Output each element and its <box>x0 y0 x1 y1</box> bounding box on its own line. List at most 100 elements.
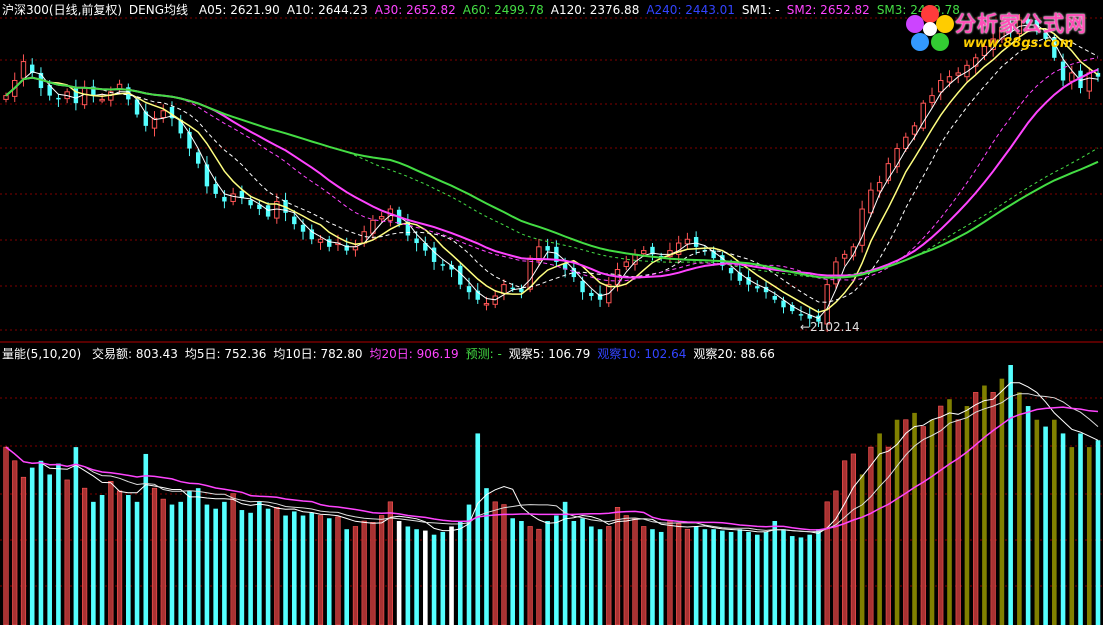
volume-bar[interactable] <box>213 508 218 625</box>
volume-bar[interactable] <box>571 521 577 625</box>
candle[interactable] <box>151 111 158 137</box>
volume-bar[interactable] <box>257 501 262 625</box>
volume-bar[interactable] <box>859 474 865 625</box>
volume-bar[interactable] <box>1086 447 1092 625</box>
stock-chart-window[interactable]: 沪深300(日线,前复权) DENG均线 A05: 2621.90 A10: 26… <box>0 0 1103 625</box>
volume-bar[interactable] <box>169 504 175 625</box>
volume-bar[interactable] <box>903 419 909 625</box>
volume-bar[interactable] <box>798 537 804 625</box>
volume-bar[interactable] <box>964 406 970 625</box>
volume-bar[interactable] <box>204 504 210 625</box>
volume-bar[interactable] <box>178 501 184 625</box>
candle[interactable] <box>684 232 691 250</box>
volume-bar[interactable] <box>510 518 515 625</box>
volume-bar[interactable] <box>711 529 716 625</box>
candle[interactable] <box>143 103 148 132</box>
candle[interactable] <box>327 235 332 252</box>
volume-bar[interactable] <box>702 529 708 625</box>
volume-bar[interactable] <box>1052 419 1057 625</box>
volume-bar[interactable] <box>91 501 96 625</box>
volume-bar[interactable] <box>589 526 594 625</box>
volume-bar[interactable] <box>326 518 332 625</box>
candle[interactable] <box>841 250 848 266</box>
volume-bar[interactable] <box>868 446 874 625</box>
candle[interactable] <box>501 279 507 301</box>
volume-bar[interactable] <box>126 495 131 625</box>
candle[interactable] <box>623 255 629 271</box>
volume-bar[interactable] <box>1043 426 1048 625</box>
volume-bar[interactable] <box>763 531 769 625</box>
volume-bar[interactable] <box>370 522 376 625</box>
volume-bar[interactable] <box>3 446 9 625</box>
volume-bar[interactable] <box>990 392 996 625</box>
price-panel[interactable] <box>3 13 1101 332</box>
candle[interactable] <box>352 240 359 257</box>
volume-bar[interactable] <box>492 501 498 625</box>
volume-bar[interactable] <box>143 453 149 625</box>
volume-bar[interactable] <box>1008 365 1013 625</box>
volume-bar[interactable] <box>160 498 166 625</box>
volume-bar[interactable] <box>309 512 315 625</box>
volume-bar[interactable] <box>929 419 935 625</box>
candle[interactable] <box>1069 65 1075 90</box>
volume-bar[interactable] <box>676 523 682 625</box>
volume-bar[interactable] <box>379 515 385 625</box>
volume-bar[interactable] <box>1078 433 1083 625</box>
volume-bar[interactable] <box>29 467 35 625</box>
candle[interactable] <box>763 281 769 299</box>
volume-bar[interactable] <box>816 529 821 625</box>
volume-bar[interactable] <box>440 531 446 625</box>
candle[interactable] <box>833 257 839 289</box>
volume-bar[interactable] <box>431 534 437 625</box>
candle[interactable] <box>56 93 61 107</box>
volume-bar[interactable] <box>658 531 664 625</box>
volume-bar[interactable] <box>641 526 647 625</box>
volume-bar[interactable] <box>82 487 88 625</box>
volume-bar[interactable] <box>20 476 27 625</box>
volume-bar[interactable] <box>545 521 550 625</box>
volume-bar[interactable] <box>405 526 411 625</box>
volume-bar[interactable] <box>38 460 44 625</box>
volume-bar[interactable] <box>519 521 524 625</box>
volume-bar[interactable] <box>938 405 944 625</box>
volume-bar[interactable] <box>64 479 70 625</box>
candle[interactable] <box>755 280 760 293</box>
volume-bar[interactable] <box>684 528 691 625</box>
volume-bar[interactable] <box>116 490 123 625</box>
volume-bar[interactable] <box>833 490 839 625</box>
candle[interactable] <box>73 79 79 111</box>
volume-bar[interactable] <box>1034 419 1040 625</box>
candle[interactable] <box>222 190 227 209</box>
volume-bar[interactable] <box>973 392 979 625</box>
volume-bar[interactable] <box>885 446 891 625</box>
volume-bar[interactable] <box>728 531 734 625</box>
volume-bar[interactable] <box>56 463 61 625</box>
volume-bar[interactable] <box>824 501 830 625</box>
candle[interactable] <box>955 67 961 84</box>
volume-bar[interactable] <box>317 515 324 625</box>
volume-bar[interactable] <box>842 460 848 625</box>
volume-bar[interactable] <box>274 507 280 625</box>
candle[interactable] <box>431 241 437 270</box>
volume-bar[interactable] <box>300 515 306 625</box>
volume-bar[interactable] <box>449 526 454 625</box>
candle[interactable] <box>213 176 218 199</box>
volume-bar[interactable] <box>667 520 673 625</box>
volume-bar[interactable] <box>650 529 655 625</box>
volume-bar[interactable] <box>230 493 236 625</box>
volume-bar[interactable] <box>387 501 393 625</box>
volume-bar[interactable] <box>920 426 926 625</box>
volume-bar[interactable] <box>807 534 813 625</box>
volume-bar[interactable] <box>754 534 760 625</box>
volume-bar[interactable] <box>614 507 621 625</box>
volume-bar[interactable] <box>396 521 402 625</box>
volume-bar[interactable] <box>248 512 253 625</box>
volume-bar[interactable] <box>580 518 585 625</box>
volume-bar[interactable] <box>352 526 359 625</box>
volume-bar[interactable] <box>789 536 795 625</box>
volume-bar[interactable] <box>877 433 882 625</box>
volume-bar[interactable] <box>606 526 612 625</box>
candle[interactable] <box>920 100 926 132</box>
volume-bar[interactable] <box>1017 392 1022 625</box>
chart-canvas[interactable] <box>0 0 1103 625</box>
